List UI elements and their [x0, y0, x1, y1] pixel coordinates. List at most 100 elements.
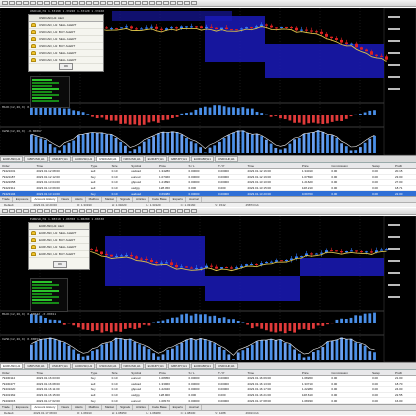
top-alert-ok-button[interactable]: OK [59, 63, 73, 70]
top-alert-row[interactable]: USDCAD, H1: SELL ALERT [29, 36, 103, 43]
top-chart-window[interactable]: USDCAD,H1 1.33190 1.33220 1.33120 1.3316… [0, 8, 416, 155]
new-order-icon[interactable] [58, 1, 64, 5]
channel-icon[interactable] [100, 1, 106, 5]
table-cell: 2023.01.17 02:00 [34, 397, 89, 404]
period-d1[interactable] [177, 1, 183, 5]
period-h1[interactable] [163, 209, 169, 213]
period-h1[interactable] [163, 1, 169, 5]
top-alert-text: USDCAD, H1: BUY ALERT [39, 30, 76, 34]
label-icon[interactable] [121, 209, 127, 213]
bottom-alert-row[interactable]: EURUSD, H1: SELL ALERT [29, 230, 89, 237]
osc-bar [260, 136, 264, 153]
table-row[interactable]: 79432015 2023.01.17 02:00 buy 0.10 eurusd 1.0… [0, 397, 416, 404]
macd-bar [269, 115, 273, 117]
macd-bar [194, 109, 198, 115]
fibo-icon[interactable] [107, 1, 113, 5]
period-m1[interactable] [135, 209, 141, 213]
arrow-icon[interactable] [128, 209, 134, 213]
candle-body [160, 262, 163, 264]
osc-bar [359, 147, 362, 153]
period-h4[interactable] [170, 1, 176, 5]
navigator-icon[interactable] [30, 1, 36, 5]
period-mn[interactable] [191, 1, 197, 5]
new-chart-icon[interactable] [2, 1, 8, 5]
new-chart-icon[interactable] [2, 209, 8, 213]
trendline-icon[interactable] [93, 1, 99, 5]
period-m15[interactable] [149, 209, 155, 213]
terminal-icon[interactable] [37, 209, 43, 213]
top-alert-row[interactable]: USDCAD, H1: SELL ALERT [29, 50, 103, 57]
osc-bar [293, 349, 296, 360]
save-icon[interactable] [16, 1, 22, 5]
fibo-icon[interactable] [107, 209, 113, 213]
macd-bar [246, 108, 249, 115]
osc-bar [218, 346, 221, 360]
bottom-alert-dialog[interactable]: EURUSD,H1: Alert EURUSD, H1: SELL ALERT E… [28, 222, 90, 270]
text-icon[interactable] [114, 209, 120, 213]
text-icon[interactable] [114, 1, 120, 5]
line-icon[interactable] [79, 209, 85, 213]
open-icon[interactable] [9, 209, 15, 213]
market-watch-icon[interactable] [23, 1, 29, 5]
price-tick-label [388, 52, 400, 54]
autotrading-icon[interactable] [51, 1, 57, 5]
hline-icon[interactable] [86, 209, 92, 213]
osc-bar [194, 339, 198, 360]
strategy-tester-icon[interactable] [44, 209, 50, 213]
top-alert-row[interactable]: USDCAD, H1: SELL ALERT [29, 22, 103, 29]
trendline-icon[interactable] [93, 209, 99, 213]
osc-bar [236, 130, 240, 153]
top-alert-row[interactable]: USDCAD, H1: BUY ALERT [29, 43, 103, 50]
top-window-tabs: EURUSD,H1 GBPUSD,H1 USDJPY,H1 AUDUSD,H1 USDC… [0, 155, 416, 162]
strategy-tester-icon[interactable] [44, 1, 50, 5]
arrow-icon[interactable] [128, 1, 134, 5]
period-m30[interactable] [156, 1, 162, 5]
top-alert-text: USDCAD, H1: SELL ALERT [39, 23, 77, 27]
hline-icon[interactable] [86, 1, 92, 5]
channel-icon[interactable] [100, 209, 106, 213]
bottom-alert-row[interactable]: EURUSD, H1: SELL ALERT [29, 244, 89, 251]
period-m30[interactable] [156, 209, 162, 213]
navigator-icon[interactable] [30, 209, 36, 213]
period-h4[interactable] [170, 209, 176, 213]
top-status-item: C: 1.33160 [180, 203, 196, 207]
osc-bar [152, 136, 155, 153]
osc-bar [265, 139, 268, 153]
macd-bar [175, 115, 179, 117]
candle-body [110, 254, 113, 257]
top-alert-dialog[interactable]: USDCAD,H1: Alert USDCAD, H1: SELL ALERT U… [28, 14, 104, 72]
new-order-icon[interactable] [58, 209, 64, 213]
candle-body [350, 43, 353, 45]
top-alert-row[interactable]: USDCAD, H1: BUY ALERT [29, 29, 103, 36]
cursor-icon[interactable] [65, 209, 71, 213]
period-m5[interactable] [142, 209, 148, 213]
bottom-alert-row[interactable]: EURUSD, H1: BUY ALERT [29, 251, 89, 258]
period-m5[interactable] [142, 1, 148, 5]
period-w1[interactable] [184, 1, 190, 5]
osc-bar [189, 141, 193, 153]
bottom-chart-window[interactable]: EURUSD,H1 1.08310 1.08350 1.08280 1.0833… [0, 216, 416, 362]
osc-bar [354, 150, 358, 153]
autotrading-icon[interactable] [51, 209, 57, 213]
open-icon[interactable] [9, 1, 15, 5]
market-watch-icon[interactable] [23, 209, 29, 213]
cursor-icon[interactable] [65, 1, 71, 5]
save-icon[interactable] [16, 209, 22, 213]
crosshair-icon[interactable] [72, 209, 78, 213]
osc-bar [373, 352, 376, 360]
osc-bar [368, 138, 372, 153]
macd-bar [363, 313, 367, 323]
osc-bar [203, 339, 207, 360]
bottom-alert-row[interactable]: EURUSD, H1: BUY ALERT [29, 237, 89, 244]
period-m1[interactable] [135, 1, 141, 5]
candle-body [235, 29, 238, 31]
period-m15[interactable] [149, 1, 155, 5]
bottom-alert-ok-button[interactable]: OK [53, 261, 67, 268]
period-d1[interactable] [177, 209, 183, 213]
line-icon[interactable] [79, 1, 85, 5]
period-mn[interactable] [191, 209, 197, 213]
period-w1[interactable] [184, 209, 190, 213]
label-icon[interactable] [121, 1, 127, 5]
terminal-icon[interactable] [37, 1, 43, 5]
crosshair-icon[interactable] [72, 1, 78, 5]
